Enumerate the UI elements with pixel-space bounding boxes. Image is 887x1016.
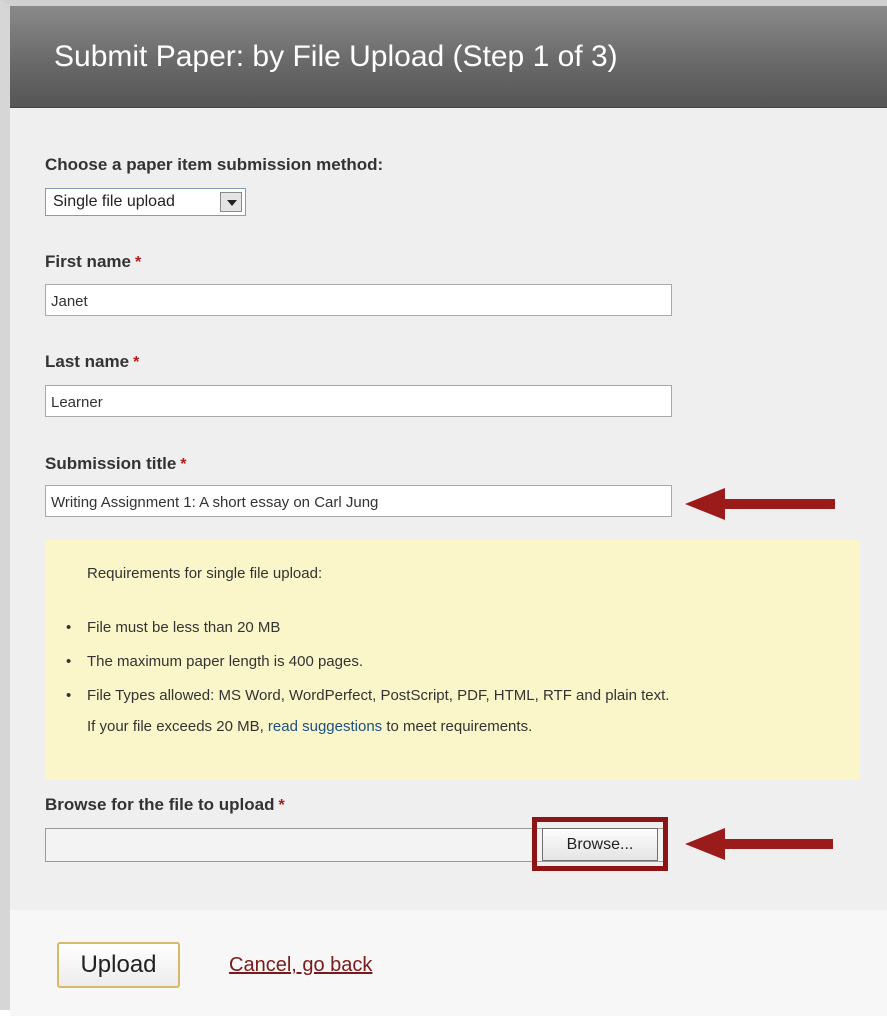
browse-button[interactable]: Browse... (542, 828, 658, 861)
cancel-link[interactable]: Cancel, go back (229, 954, 372, 977)
page-header: Submit Paper: by File Upload (Step 1 of … (10, 6, 887, 108)
submission-method-select[interactable]: Single file upload (45, 188, 246, 216)
required-mark: * (278, 797, 285, 814)
requirement-text: The maximum paper length is 400 pages. (87, 653, 363, 670)
file-upload-label: Browse for the file to upload * (45, 795, 285, 815)
page-frame: Submit Paper: by File Upload (Step 1 of … (0, 0, 887, 1016)
note-suffix: to meet requirements. (382, 718, 533, 735)
first-name-label: First name * (45, 252, 141, 272)
form-footer: Upload Cancel, go back (10, 910, 887, 1016)
last-name-label: Last name * (45, 352, 139, 372)
requirements-heading: Requirements for single file upload: (87, 565, 323, 582)
required-mark: * (180, 456, 187, 473)
file-upload-label-text: Browse for the file to upload (45, 795, 275, 814)
bullet-icon: • (66, 653, 72, 670)
requirement-item: • File must be less than 20 MB (66, 619, 281, 636)
upload-button[interactable]: Upload (57, 942, 180, 988)
submission-title-field[interactable]: Writing Assignment 1: A short essay on C… (45, 485, 672, 517)
first-name-label-text: First name (45, 252, 131, 271)
bullet-icon: • (66, 619, 72, 636)
annotation-arrow-icon (685, 828, 833, 860)
requirement-item: • The maximum paper length is 400 pages. (66, 653, 363, 670)
requirements-note: If your file exceeds 20 MB, read suggest… (87, 718, 532, 735)
requirement-text: File Types allowed: MS Word, WordPerfect… (87, 687, 670, 704)
first-name-field[interactable]: Janet (45, 284, 672, 316)
required-mark: * (133, 354, 140, 371)
page-title: Submit Paper: by File Upload (Step 1 of … (54, 40, 618, 73)
requirement-item: • File Types allowed: MS Word, WordPerfe… (66, 687, 670, 704)
last-name-label-text: Last name (45, 352, 130, 371)
read-suggestions-link[interactable]: read suggestions (268, 718, 382, 735)
note-prefix: If your file exceeds 20 MB, (87, 718, 268, 735)
bullet-icon: • (66, 687, 72, 704)
requirement-text: File must be less than 20 MB (87, 619, 281, 636)
annotation-arrow-icon (685, 488, 835, 520)
method-label-text: Choose a paper item submission method: (45, 155, 384, 174)
last-name-field[interactable]: Learner (45, 385, 672, 417)
required-mark: * (134, 254, 142, 271)
submission-method-value: Single file upload (53, 193, 175, 210)
requirements-box: Requirements for single file upload: • F… (45, 540, 860, 780)
submission-title-label: Submission title * (45, 454, 187, 474)
method-label: Choose a paper item submission method: (45, 155, 383, 175)
submission-title-label-text: Submission title (45, 454, 177, 473)
chevron-down-icon[interactable] (220, 192, 242, 212)
